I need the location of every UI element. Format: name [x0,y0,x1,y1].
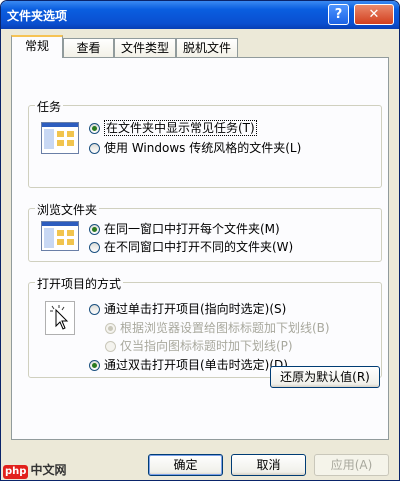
double-click-label: 通过双击打开项目(单击时选定)(D) [104,358,288,372]
browse-folders-group: 浏览文件夹 在同一窗口中打开每个文件夹(M) 在不同窗口中打开不同的文件夹(W) [28,201,382,262]
cancel-button[interactable]: 取消 [231,454,306,476]
single-click-radio[interactable]: 通过单击打开项目(指向时选定)(S) [89,301,286,317]
radio-selected-icon [105,323,116,334]
open-items-group-label: 打开项目的方式 [35,275,124,292]
dialog-client-area: 常规 查看 文件类型 脱机文件 任务 在文件夹中显示常见任务(T) 使用 Win… [5,33,395,477]
classic-folders-label: 使用 Windows 传统风格的文件夹(L) [104,141,302,155]
tasks-group: 任务 在文件夹中显示常见任务(T) 使用 Windows 传统风格的文件夹(L) [28,98,382,188]
underline-on-point-label: 仅当指向图标标题时加下划线(P) [120,339,293,353]
window-title: 文件夹选项 [7,9,68,23]
watermark-logo: php [3,465,29,479]
browse-folders-group-label: 浏览文件夹 [35,201,100,218]
underline-on-point-radio[interactable]: 仅当指向图标标题时加下划线(P) [105,338,293,354]
show-common-tasks-label: 在文件夹中显示常见任务(T) [104,120,257,136]
tab-file-types[interactable]: 文件类型 [114,38,176,57]
radio-unselected-icon [89,242,100,253]
double-click-radio[interactable]: 通过双击打开项目(单击时选定)(D) [89,357,288,373]
ok-button[interactable]: 确定 [148,454,223,476]
tab-offline-files[interactable]: 脱机文件 [176,38,238,57]
click-cursor-icon [45,301,75,335]
tab-view[interactable]: 查看 [63,38,114,57]
same-window-radio[interactable]: 在同一窗口中打开每个文件夹(M) [89,221,280,237]
help-button[interactable]: ? [328,4,349,25]
underline-browser-setting-radio[interactable]: 根据浏览器设置给图标标题加下划线(B) [105,320,330,336]
watermark: php 中文网 [3,461,66,479]
single-click-label: 通过单击打开项目(指向时选定)(S) [104,302,287,316]
radio-selected-icon [89,360,100,371]
restore-defaults-button[interactable]: 还原为默认值(R) [270,366,380,388]
radio-unselected-icon [89,143,100,154]
tab-general[interactable]: 常规 [11,35,63,58]
same-window-label: 在同一窗口中打开每个文件夹(M) [104,222,280,236]
radio-unselected-icon [89,304,100,315]
classic-folders-radio[interactable]: 使用 Windows 传统风格的文件夹(L) [89,140,301,156]
folder-options-dialog: 文件夹选项 ? ✕ 常规 查看 文件类型 脱机文件 任务 在文件夹中显示常见任务… [0,0,400,481]
title-bar[interactable]: 文件夹选项 ? ✕ [1,1,399,29]
separate-window-radio[interactable]: 在不同窗口中打开不同的文件夹(W) [89,239,293,255]
separate-window-label: 在不同窗口中打开不同的文件夹(W) [104,240,294,254]
radio-unselected-icon [105,341,116,352]
open-items-group: 打开项目的方式 通过单击打开项目(指向时选定)(S) 根据浏览器设置给图标标题加… [28,275,382,378]
radio-selected-icon [89,123,100,134]
tasks-group-label: 任务 [35,98,64,115]
browse-preview-icon [41,221,79,251]
show-common-tasks-radio[interactable]: 在文件夹中显示常见任务(T) [89,120,257,136]
close-button[interactable]: ✕ [354,4,394,25]
apply-button[interactable]: 应用(A) [314,454,389,476]
tasks-preview-icon [41,122,79,154]
radio-selected-icon [89,224,100,235]
underline-browser-setting-label: 根据浏览器设置给图标标题加下划线(B) [120,321,330,335]
watermark-text: 中文网 [30,463,67,477]
general-tab-panel: 任务 在文件夹中显示常见任务(T) 使用 Windows 传统风格的文件夹(L)… [11,57,389,440]
